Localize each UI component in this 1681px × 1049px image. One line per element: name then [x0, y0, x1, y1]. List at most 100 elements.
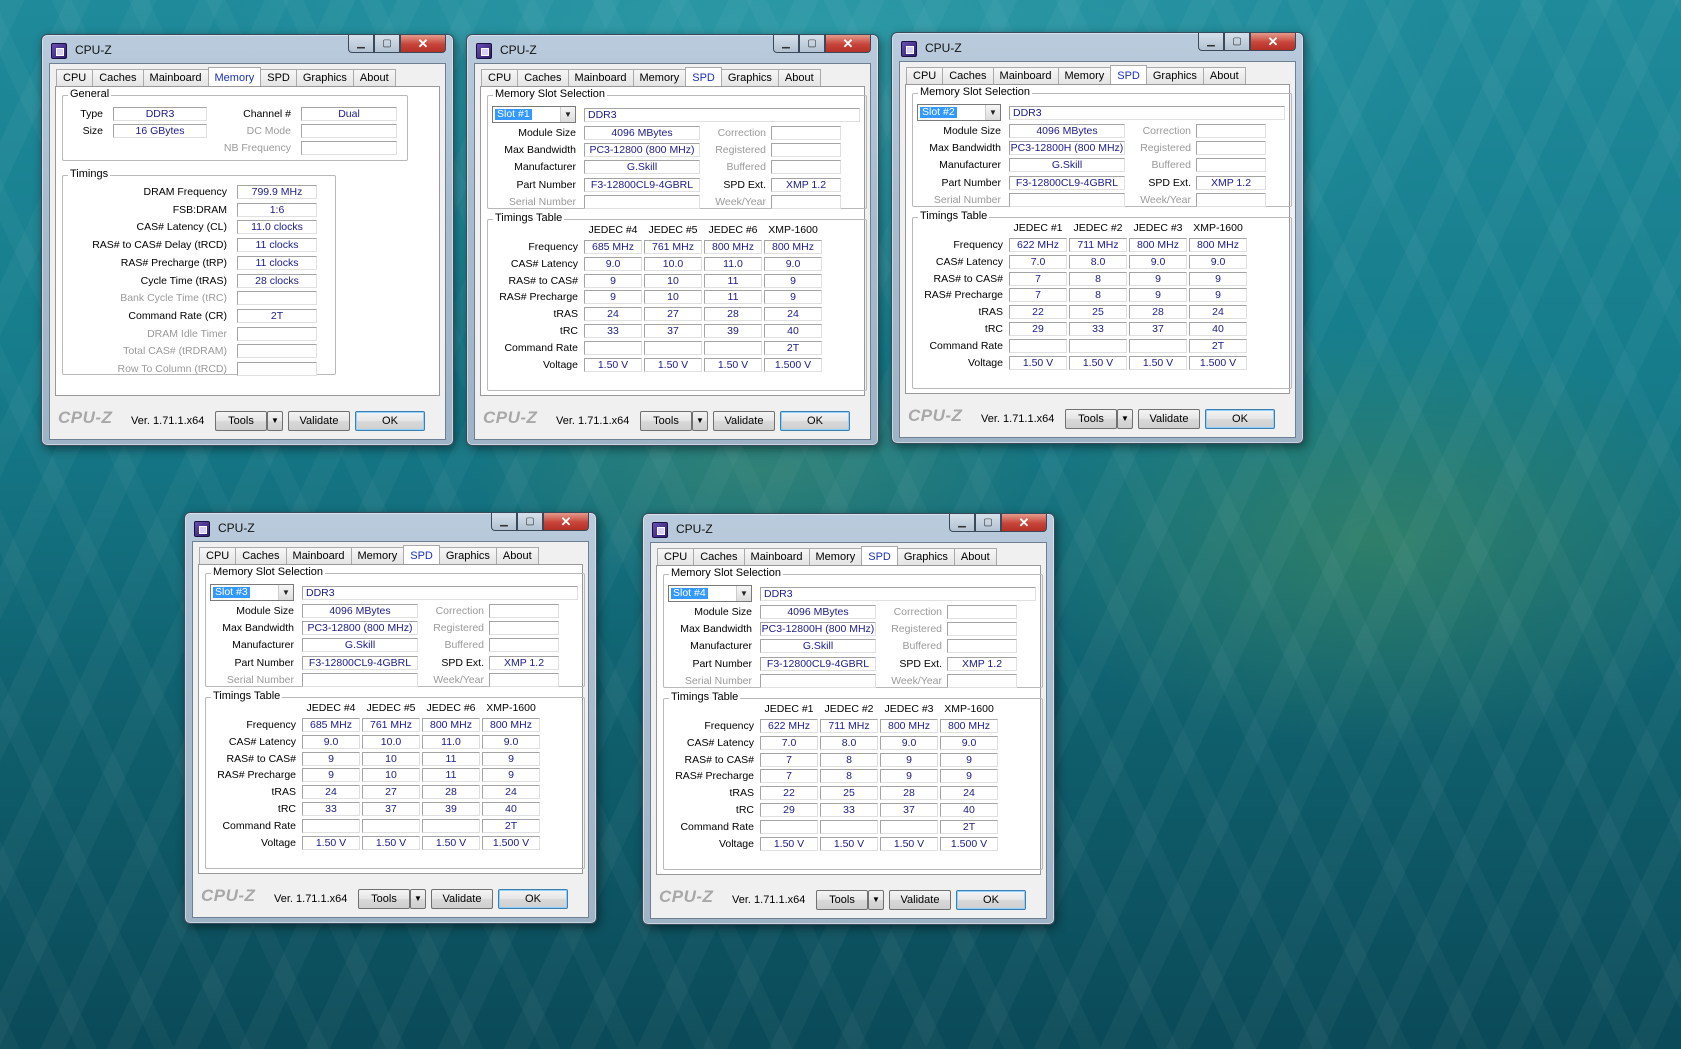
tools-dropdown-arrow-icon[interactable]: ▼: [267, 411, 283, 431]
tools-dropdown-arrow-icon[interactable]: ▼: [868, 890, 884, 910]
validate-button[interactable]: Validate: [288, 411, 350, 431]
validate-button[interactable]: Validate: [1138, 409, 1200, 429]
tab-graphics[interactable]: Graphics: [720, 69, 779, 87]
tools-button[interactable]: Tools: [215, 411, 267, 431]
minimize-button[interactable]: ▁: [491, 513, 517, 531]
tab-spd[interactable]: SPD: [685, 67, 722, 87]
timings-cell: 7: [760, 752, 818, 767]
tab-about[interactable]: About: [953, 548, 997, 566]
minimize-button[interactable]: ▁: [773, 35, 799, 53]
slot-select[interactable]: Slot #4 ▼: [668, 585, 752, 602]
ok-button[interactable]: OK: [498, 889, 568, 909]
tab-about[interactable]: About: [1202, 67, 1246, 85]
title-bar[interactable]: CPU-Z ▁ ▢ ✕: [49, 35, 446, 63]
tab-spd[interactable]: SPD: [260, 69, 297, 87]
tools-button[interactable]: Tools: [358, 889, 410, 909]
tab-mainboard[interactable]: Mainboard: [992, 67, 1059, 85]
maximize-button[interactable]: ▢: [1224, 33, 1250, 51]
timings-cell: 40: [764, 324, 822, 338]
timing-value: 11.0 clocks: [237, 220, 317, 235]
tab-graphics[interactable]: Graphics: [896, 548, 955, 566]
title-bar[interactable]: CPU-Z ▁ ▢ ✕: [474, 35, 871, 63]
tab-graphics[interactable]: Graphics: [438, 547, 497, 565]
tab-memory[interactable]: Memory: [1057, 67, 1112, 85]
tab-caches[interactable]: Caches: [92, 69, 144, 87]
ok-button[interactable]: OK: [956, 890, 1026, 910]
minimize-button[interactable]: ▁: [949, 514, 975, 532]
tools-dropdown-arrow-icon[interactable]: ▼: [692, 411, 708, 431]
tab-mainboard[interactable]: Mainboard: [743, 548, 810, 566]
validate-button[interactable]: Validate: [889, 890, 951, 910]
title-bar[interactable]: CPU-Z ▁ ▢ ✕: [899, 33, 1296, 61]
tab-spd[interactable]: SPD: [1110, 65, 1147, 85]
tools-button[interactable]: Tools: [640, 411, 692, 431]
chevron-down-icon[interactable]: ▼: [736, 586, 751, 601]
chevron-down-icon[interactable]: ▼: [985, 105, 1000, 120]
tab-mainboard[interactable]: Mainboard: [285, 547, 352, 565]
validate-button[interactable]: Validate: [431, 889, 493, 909]
tab-spd[interactable]: SPD: [403, 545, 440, 565]
validate-button[interactable]: Validate: [713, 411, 775, 431]
title-bar[interactable]: CPU-Z ▁ ▢ ✕: [650, 514, 1047, 542]
maximize-button[interactable]: ▢: [374, 35, 400, 53]
tab-spd[interactable]: SPD: [861, 546, 898, 566]
timings-cell: 1.500 V: [482, 835, 540, 850]
tools-button[interactable]: Tools: [816, 890, 868, 910]
tab-about[interactable]: About: [352, 69, 396, 87]
tab-memory[interactable]: Memory: [808, 548, 863, 566]
timings-column-header: JEDEC #4: [588, 224, 638, 236]
maximize-button[interactable]: ▢: [975, 514, 1001, 532]
tab-memory[interactable]: Memory: [350, 547, 405, 565]
tab-caches[interactable]: Caches: [517, 69, 569, 87]
correction-label: Correction: [717, 127, 766, 139]
timings-row-label: Voltage: [260, 836, 296, 849]
tab-memory[interactable]: Memory: [207, 67, 262, 87]
tab-cpu[interactable]: CPU: [906, 67, 944, 85]
tab-graphics[interactable]: Graphics: [295, 69, 354, 87]
manufacturer-value: G.Skill: [1009, 158, 1125, 173]
tab-cpu[interactable]: CPU: [56, 69, 94, 87]
close-button[interactable]: ✕: [825, 35, 871, 53]
chevron-down-icon[interactable]: ▼: [278, 585, 293, 600]
tab-memory[interactable]: Memory: [632, 69, 687, 87]
ok-button[interactable]: OK: [1205, 409, 1275, 429]
ok-button[interactable]: OK: [780, 411, 850, 431]
general-group: General Type DDR3 Size 16 GBytes Channel # Dua…: [62, 88, 408, 161]
close-button[interactable]: ✕: [1001, 514, 1047, 532]
tools-dropdown-arrow-icon[interactable]: ▼: [410, 889, 426, 909]
cpuz-app-icon: [476, 43, 492, 59]
slot-select[interactable]: Slot #3 ▼: [210, 584, 294, 601]
tab-graphics[interactable]: Graphics: [1145, 67, 1204, 85]
tab-about[interactable]: About: [777, 69, 821, 87]
slot-select[interactable]: Slot #1 ▼: [492, 106, 576, 123]
timings-row-label: Voltage: [542, 358, 578, 371]
title-bar[interactable]: CPU-Z ▁ ▢ ✕: [192, 513, 589, 541]
timings-row-label: RAS# to CAS#: [933, 272, 1003, 285]
tools-dropdown-arrow-icon[interactable]: ▼: [1117, 409, 1133, 429]
tab-cpu[interactable]: CPU: [657, 548, 695, 566]
tab-caches[interactable]: Caches: [235, 547, 287, 565]
maximize-button[interactable]: ▢: [517, 513, 543, 531]
tools-button[interactable]: Tools: [1065, 409, 1117, 429]
minimize-button[interactable]: ▁: [1198, 33, 1224, 51]
close-button[interactable]: ✕: [1250, 33, 1296, 51]
timings-cell: [880, 819, 938, 834]
timings-row-label: tRC: [277, 803, 296, 815]
tab-cpu[interactable]: CPU: [481, 69, 519, 87]
chevron-down-icon[interactable]: ▼: [560, 107, 575, 122]
timings-cell: 1.500 V: [764, 357, 822, 372]
tab-caches[interactable]: Caches: [693, 548, 745, 566]
ok-button[interactable]: OK: [355, 411, 425, 431]
tab-mainboard[interactable]: Mainboard: [142, 69, 209, 87]
tab-mainboard[interactable]: Mainboard: [567, 69, 634, 87]
close-button[interactable]: ✕: [400, 35, 446, 53]
timings-column-header: XMP-1600: [1193, 222, 1243, 234]
close-button[interactable]: ✕: [543, 513, 589, 531]
tab-about[interactable]: About: [495, 547, 539, 565]
tab-cpu[interactable]: CPU: [199, 547, 237, 565]
slot-select[interactable]: Slot #2 ▼: [917, 104, 1001, 121]
minimize-button[interactable]: ▁: [348, 35, 374, 53]
maximize-button[interactable]: ▢: [799, 35, 825, 53]
max-bandwidth-label: Max Bandwidth: [680, 623, 752, 636]
tab-caches[interactable]: Caches: [942, 67, 994, 85]
